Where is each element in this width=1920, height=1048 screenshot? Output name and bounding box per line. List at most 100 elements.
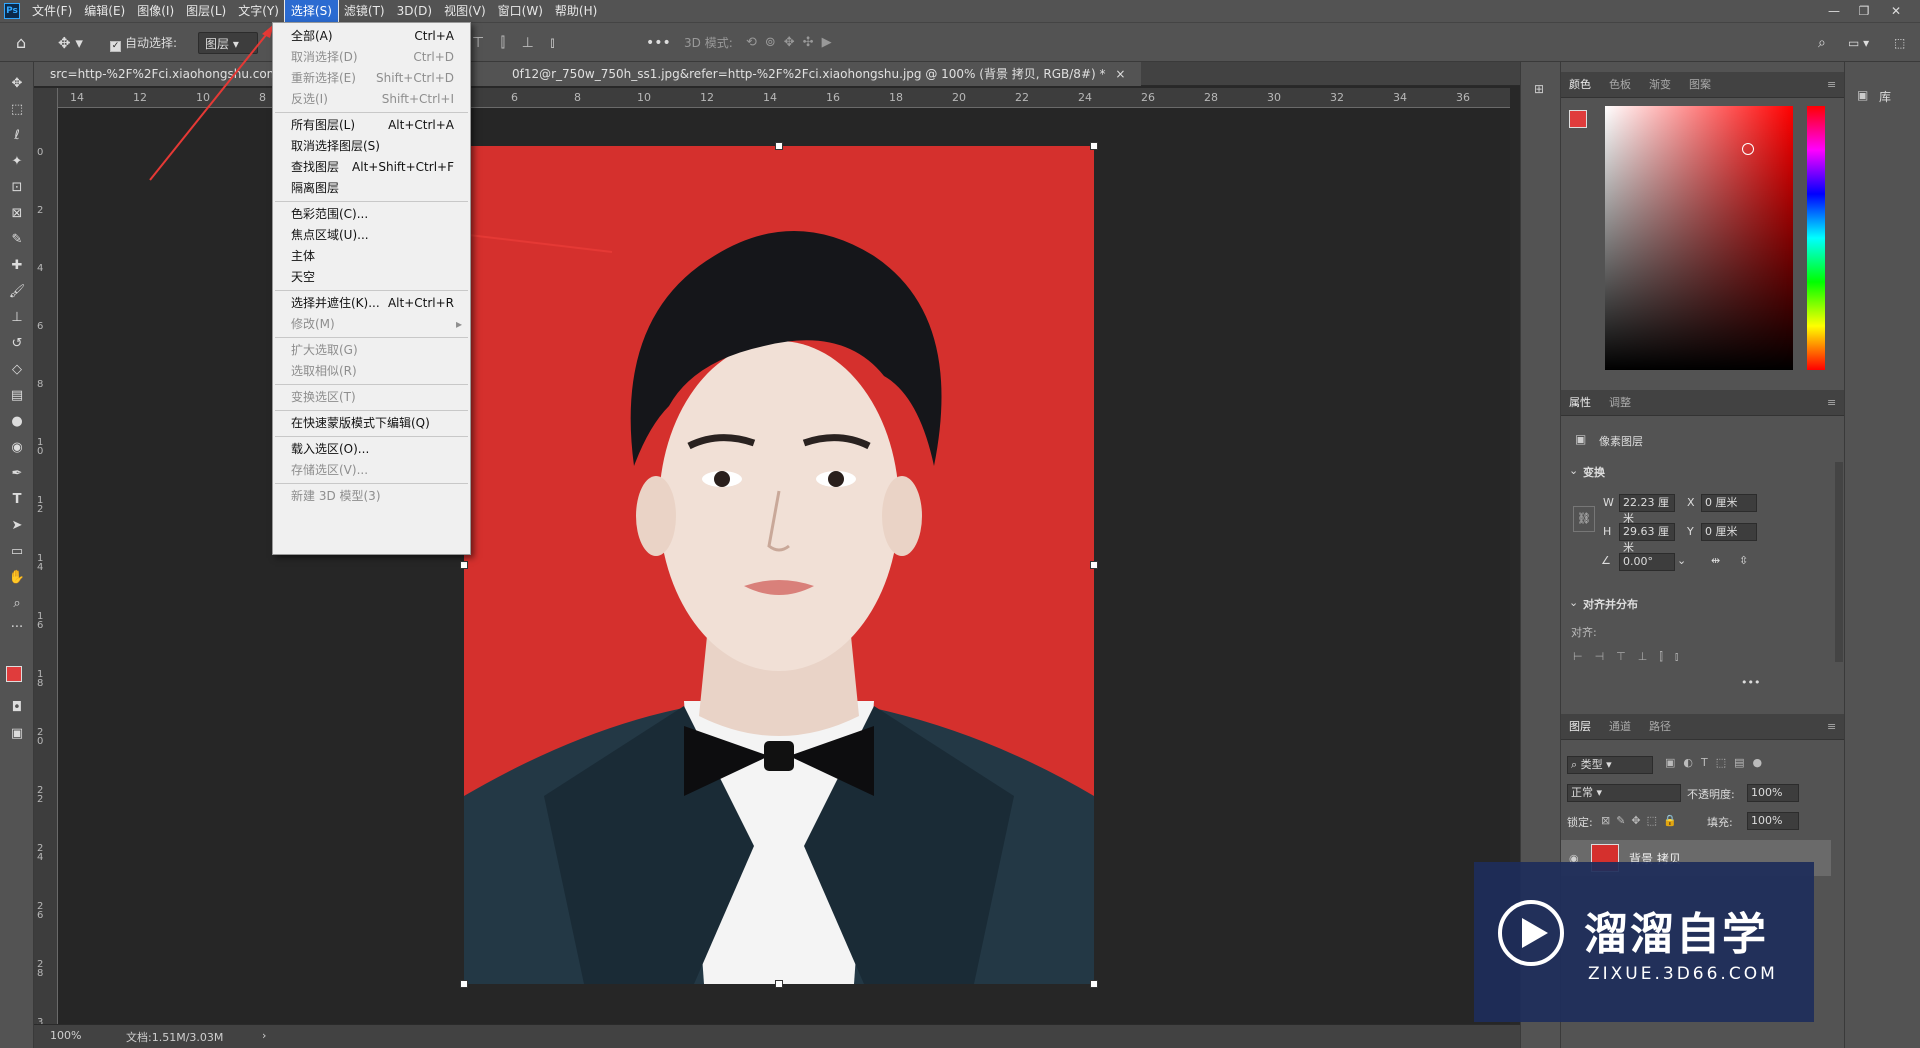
select-menu-item[interactable]: 天空 [273,267,470,288]
stamp-tool-icon[interactable]: ⊥ [7,308,27,328]
select-menu-item[interactable]: 色彩范围(C)... [273,204,470,225]
transform-handle[interactable] [1090,980,1098,988]
menu-item-10[interactable]: 帮助(H) [549,0,603,22]
tab-gradients[interactable]: 渐变 [1649,72,1671,98]
select-menu-item[interactable]: 主体 [273,246,470,267]
rectangle-tool-icon[interactable]: ▭ [7,542,27,562]
history-panel-icon[interactable]: ⊞ [1534,82,1544,96]
type-tool-icon[interactable]: T [7,490,27,510]
select-menu-item[interactable]: 变换选区(T) [273,387,470,408]
lock-icons[interactable]: ⊠✎✥⬚🔒 [1601,814,1683,827]
select-menu-item[interactable]: 隔离图层 [273,178,470,199]
panel-menu-icon[interactable]: ≡ [1827,714,1836,740]
foreground-color-swatch[interactable] [6,666,22,682]
library-icon[interactable]: ▣ [1857,88,1868,102]
auto-select-checkbox[interactable]: ✓ 自动选择: [110,32,177,54]
select-menu-item[interactable]: 焦点区域(U)... [273,225,470,246]
menu-item-6[interactable]: 滤镜(T) [338,0,391,22]
3d-mode-icons[interactable]: ⟲⊚✥✣▶ [746,32,840,54]
lasso-tool-icon[interactable]: ℓ [7,126,27,146]
menu-item-1[interactable]: 编辑(E) [78,0,131,22]
select-menu-item[interactable]: 新建 3D 模型(3) [273,486,470,507]
crop-tool-icon[interactable]: ⊡ [7,178,27,198]
workspace-icon[interactable]: ▭ ▾ [1848,32,1869,54]
zoom-tool-icon[interactable]: ⌕ [7,594,27,614]
more-align-options[interactable]: ••• [1741,676,1760,689]
eyedropper-icon[interactable]: ✎ [7,230,27,250]
fill-field[interactable]: 100% [1747,812,1799,830]
properties-scrollbar[interactable] [1835,462,1843,662]
tab-properties[interactable]: 属性 [1569,390,1591,416]
x-field[interactable]: 0 厘米 [1701,494,1757,512]
tab-patterns[interactable]: 图案 [1689,72,1711,98]
transform-handle[interactable] [775,980,783,988]
transform-handle[interactable] [1090,142,1098,150]
tab-layers[interactable]: 图层 [1569,714,1591,740]
opacity-field[interactable]: 100% [1747,784,1799,802]
tab-color[interactable]: 颜色 [1569,72,1591,98]
more-tools-icon[interactable]: ··· [7,618,27,638]
dodge-tool-icon[interactable]: ◉ [7,438,27,458]
quick-mask-icon[interactable]: ◘ [7,698,27,718]
screen-mode-icon[interactable]: ▣ [7,724,27,744]
select-menu-item[interactable]: 全部(A) Ctrl+A [273,26,470,47]
tab-channels[interactable]: 通道 [1609,714,1631,740]
path-select-icon[interactable]: ➤ [7,516,27,536]
tab-paths[interactable]: 路径 [1649,714,1671,740]
panel-menu-icon[interactable]: ≡ [1827,72,1836,98]
history-brush-icon[interactable]: ↺ [7,334,27,354]
link-icon[interactable]: ⛓ [1573,506,1595,532]
marquee-tool-icon[interactable]: ⬚ [7,100,27,120]
chevron-right-icon[interactable]: › [262,1029,266,1042]
flip-horizontal-icon[interactable]: ⇹ [1711,554,1720,567]
transform-handle[interactable] [460,561,468,569]
menu-item-4[interactable]: 文字(Y) [232,0,285,22]
flip-vertical-icon[interactable]: ⇳ [1739,554,1748,567]
pen-tool-icon[interactable]: ✒ [7,464,27,484]
blur-tool-icon[interactable]: ● [7,412,27,432]
panel-menu-icon[interactable]: ≡ [1827,390,1836,416]
angle-field[interactable]: 0.00° [1619,553,1675,571]
align-heading[interactable]: 对齐并分布 [1583,596,1638,612]
select-menu-item[interactable]: 选择并遮住(K)... Alt+Ctrl+R [273,293,470,314]
select-menu-item[interactable]: 所有图层(L) Alt+Ctrl+A [273,115,470,136]
menu-item-5[interactable]: 选择(S) [283,0,339,23]
library-label[interactable]: 库 [1879,88,1891,105]
layer-filter-dropdown[interactable]: ⌕ 类型 ▾ [1567,756,1653,774]
auto-select-target-dropdown[interactable]: 图层 ▾ [198,32,258,54]
select-menu-item[interactable]: 重新选择(E) Shift+Ctrl+D [273,68,470,89]
menu-item-0[interactable]: 文件(F) [26,0,78,22]
select-menu-item[interactable]: 在快速蒙版模式下编辑(Q) [273,413,470,434]
share-icon[interactable]: ⬚ [1894,32,1905,54]
home-icon[interactable]: ⌂ [16,32,26,54]
select-menu-item[interactable]: 修改(M) ▸ [273,314,470,335]
collapse-transform-icon[interactable]: ⌄ [1569,464,1578,477]
search-icon[interactable]: ⌕ [1818,32,1826,54]
align-icons[interactable]: ⊢⊣⊤⊥⫿⫾ [1573,650,1690,664]
select-menu-item[interactable]: 反选(I) Shift+Ctrl+I [273,89,470,110]
brush-tool-icon[interactable]: 🖌 [7,282,27,302]
select-menu-item[interactable]: 载入选区(O)... [273,439,470,460]
y-field[interactable]: 0 厘米 [1701,523,1757,541]
select-menu-item[interactable]: 取消选择(D) Ctrl+D [273,47,470,68]
blend-mode-dropdown[interactable]: 正常 ▾ [1567,784,1681,802]
select-menu-item[interactable]: 扩大选取(G) [273,340,470,361]
color-field[interactable] [1605,106,1793,370]
close-window-icon[interactable]: ✕ [1882,0,1910,22]
layer-filter-icons[interactable]: ▣◐T⬚▤● [1665,756,1770,769]
width-field[interactable]: 22.23 厘米 [1619,494,1675,525]
color-picker-cursor[interactable] [1742,143,1754,155]
document-tab[interactable]: src=http-%2F%2Fci.xiaohongshu.com%2F 0f1… [34,62,1142,86]
foreground-color-chip[interactable] [1569,110,1587,128]
select-menu-item[interactable]: 取消选择图层(S) [273,136,470,157]
portrait-image[interactable] [464,146,1094,984]
angle-dropdown-icon[interactable]: ⌄ [1677,554,1686,567]
select-menu-item[interactable]: 存储选区(V)... [273,460,470,481]
more-options-button[interactable]: ••• [646,32,671,54]
collapse-align-icon[interactable]: ⌄ [1569,596,1578,609]
move-tool-icon[interactable]: ✥ [7,74,27,94]
gradient-tool-icon[interactable]: ▤ [7,386,27,406]
menu-item-3[interactable]: 图层(L) [180,0,232,22]
restore-icon[interactable]: ❐ [1850,0,1878,22]
transform-handle[interactable] [460,980,468,988]
